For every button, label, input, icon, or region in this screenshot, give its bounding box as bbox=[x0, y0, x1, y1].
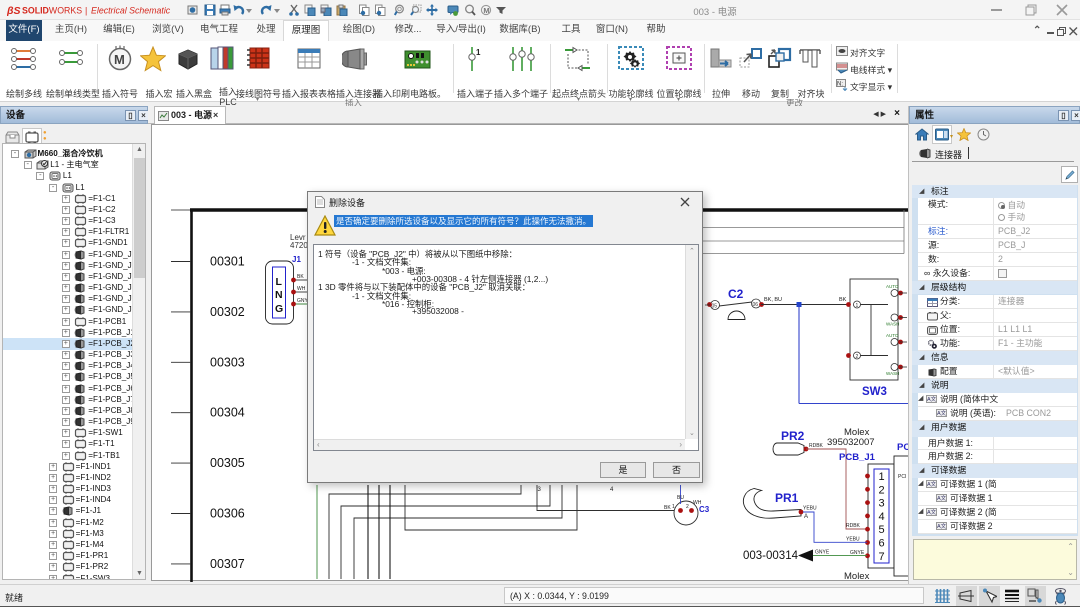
svg-text:A: A bbox=[804, 514, 808, 520]
svg-text:2: 2 bbox=[686, 504, 689, 510]
svg-text:SOLIDWORKS: SOLIDWORKS bbox=[22, 6, 82, 16]
svg-text:05: 05 bbox=[712, 304, 718, 310]
svg-text:1: 1 bbox=[476, 48, 481, 57]
svg-text:4: 4 bbox=[879, 511, 885, 523]
svg-text:2: 2 bbox=[879, 484, 885, 496]
svg-text:2: 2 bbox=[856, 354, 859, 360]
svg-text:AUTO: AUTO bbox=[886, 284, 899, 289]
svg-text:3: 3 bbox=[879, 498, 885, 510]
svg-text:M: M bbox=[483, 6, 489, 15]
svg-text:00306: 00306 bbox=[210, 507, 245, 521]
svg-text:G: G bbox=[275, 303, 283, 315]
svg-text:BK: BK bbox=[664, 505, 671, 511]
svg-text:395032007: 395032007 bbox=[827, 437, 875, 448]
svg-text:00302: 00302 bbox=[210, 305, 245, 319]
svg-text:J1: J1 bbox=[292, 255, 301, 264]
svg-text:00305: 00305 bbox=[210, 456, 245, 470]
svg-text:M: M bbox=[114, 52, 125, 67]
svg-text:YEBU: YEBU bbox=[846, 537, 860, 543]
svg-text:BK: BK bbox=[839, 297, 847, 303]
svg-text:00304: 00304 bbox=[210, 406, 245, 420]
svg-text:RDBK: RDBK bbox=[846, 523, 861, 529]
svg-text:|: | bbox=[85, 6, 87, 16]
svg-text:1: 1 bbox=[856, 303, 859, 309]
svg-text:SW3: SW3 bbox=[862, 386, 887, 398]
svg-text:L: L bbox=[276, 276, 283, 288]
svg-text:C3: C3 bbox=[699, 505, 710, 514]
svg-text:PR2: PR2 bbox=[781, 429, 805, 443]
svg-text:PCI: PCI bbox=[898, 474, 906, 480]
svg-text:4: 4 bbox=[610, 487, 614, 493]
svg-text:RDBK: RDBK bbox=[809, 443, 824, 449]
svg-text:BK: BK bbox=[297, 274, 304, 280]
svg-text:PR1: PR1 bbox=[775, 491, 799, 505]
svg-text:4720: 4720 bbox=[290, 241, 308, 250]
svg-text:06: 06 bbox=[753, 302, 759, 308]
svg-text:BK, BU: BK, BU bbox=[764, 297, 782, 303]
svg-text:395032008: 395032008 bbox=[827, 581, 875, 582]
svg-text:YEBU: YEBU bbox=[803, 506, 817, 512]
svg-text:3: 3 bbox=[538, 487, 542, 493]
svg-text:N:: N: bbox=[837, 82, 843, 88]
svg-text:5: 5 bbox=[879, 524, 885, 536]
svg-text:1: 1 bbox=[672, 504, 675, 510]
svg-text:PCB_J1: PCB_J1 bbox=[839, 452, 876, 463]
svg-text:N: N bbox=[275, 289, 283, 301]
svg-text:003-00314: 003-00314 bbox=[743, 550, 799, 562]
svg-text:00307: 00307 bbox=[210, 557, 245, 571]
svg-text:1: 1 bbox=[879, 471, 885, 483]
svg-text:WASH: WASH bbox=[886, 322, 899, 327]
svg-text:6: 6 bbox=[879, 538, 885, 550]
svg-text:βS: βS bbox=[7, 5, 21, 17]
svg-text:WASH: WASH bbox=[886, 371, 899, 376]
svg-text:00303: 00303 bbox=[210, 355, 245, 369]
svg-text:GNYE: GNYE bbox=[850, 550, 865, 556]
svg-text:BU: BU bbox=[677, 495, 684, 501]
svg-text:7: 7 bbox=[879, 551, 885, 563]
svg-text:AUTO: AUTO bbox=[886, 333, 899, 338]
svg-text:C2: C2 bbox=[728, 287, 744, 301]
svg-text:GNYE: GNYE bbox=[815, 550, 830, 556]
svg-text:WH: WH bbox=[297, 286, 306, 292]
svg-text:00301: 00301 bbox=[210, 255, 245, 269]
svg-text:Electrical Schematic: Electrical Schematic bbox=[91, 6, 171, 16]
